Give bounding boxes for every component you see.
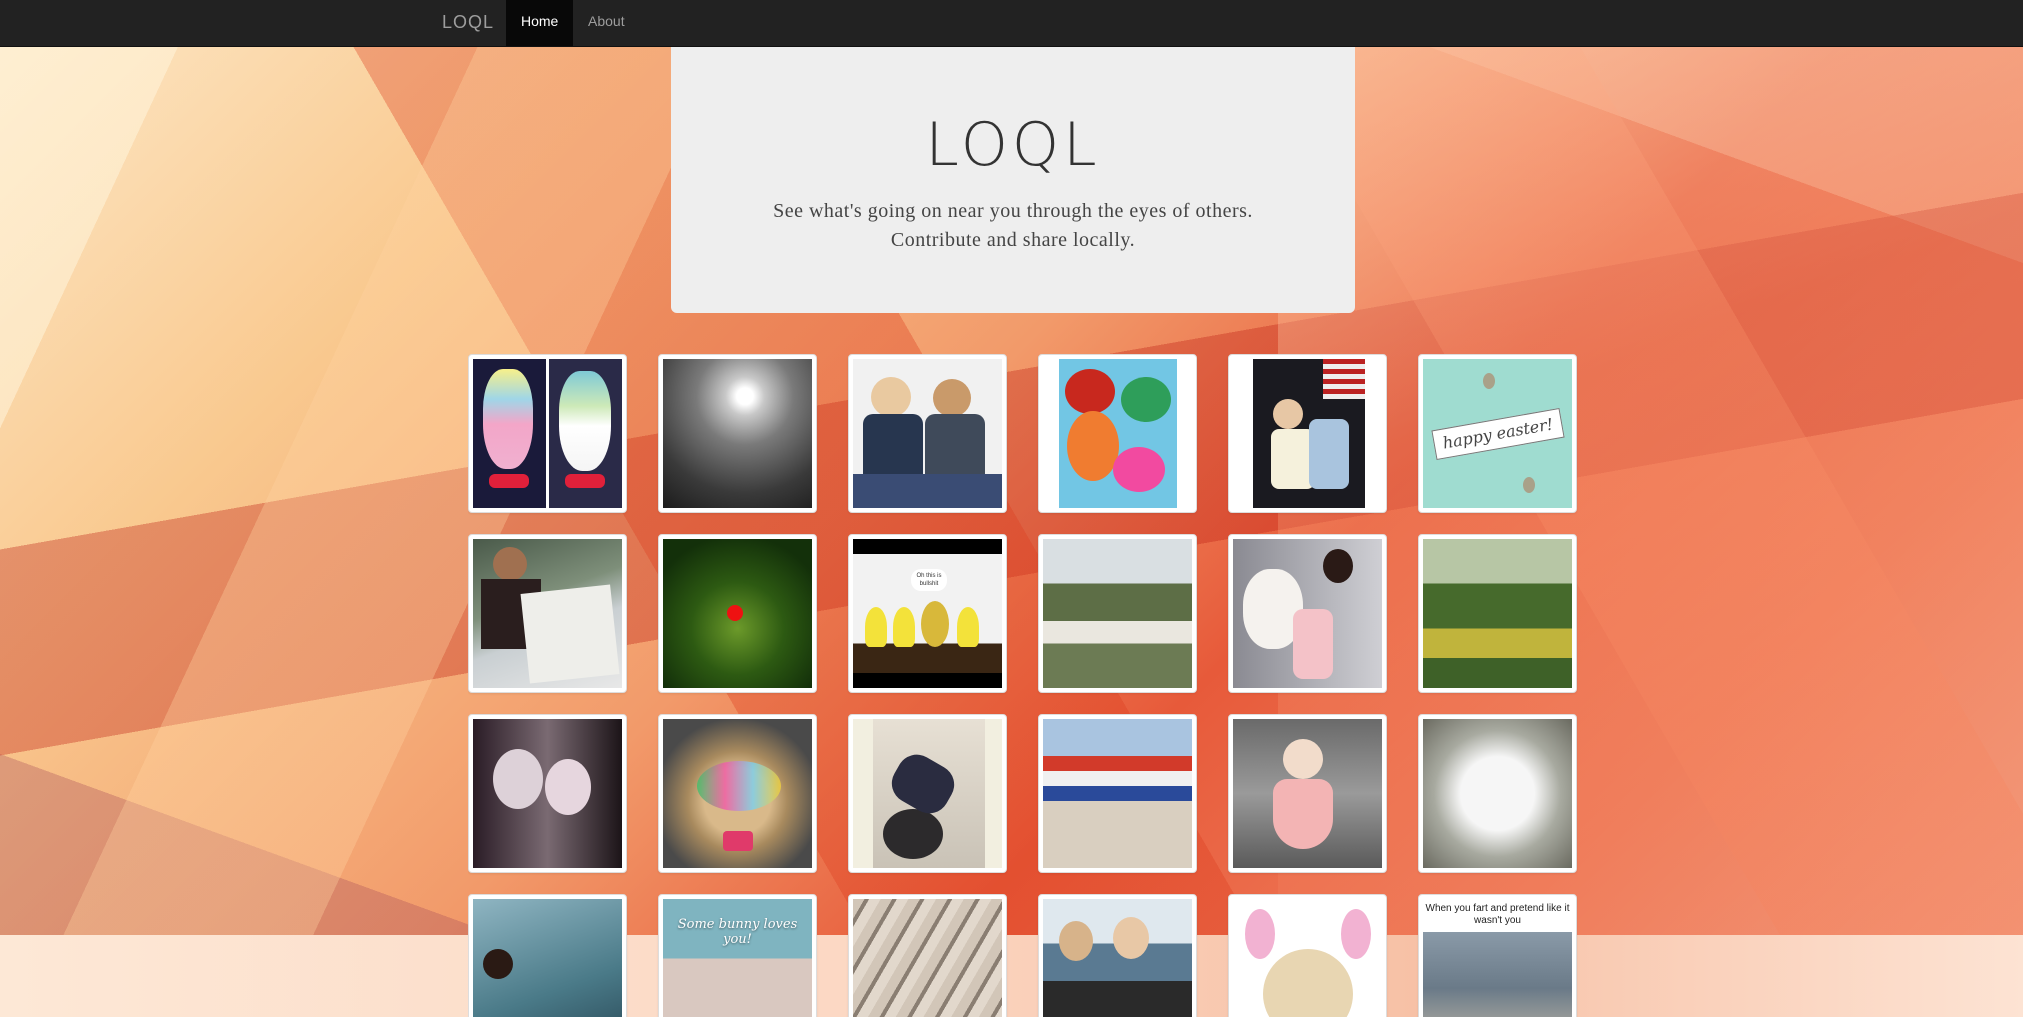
photo-tile[interactable]: [1038, 354, 1197, 513]
photo-tile[interactable]: [1038, 894, 1197, 1017]
photo-decorated-glove: [1423, 719, 1572, 868]
photo-tile[interactable]: [468, 714, 627, 873]
photo-tile[interactable]: [1418, 714, 1577, 873]
easter-card-text: happy easter!: [1431, 407, 1565, 461]
photo-women-sea: [1043, 899, 1192, 1017]
photo-tile[interactable]: [1228, 894, 1387, 1017]
photo-tropical-plants: [663, 539, 812, 688]
photo-two-women: [853, 359, 1002, 508]
photo-tile[interactable]: Oh this is bullshit: [848, 534, 1007, 693]
photo-tile[interactable]: [1228, 714, 1387, 873]
hero-tagline: See what's going on near you through the…: [671, 197, 1355, 255]
photo-child-water: [473, 899, 622, 1017]
photo-women-flag: [1233, 359, 1382, 508]
photo-tile[interactable]: happy easter!: [1418, 354, 1577, 513]
hero-tagline-line1: See what's going on near you through the…: [773, 200, 1253, 222]
photo-fart-meme: When you fart and pretend like it wasn't…: [1423, 899, 1572, 1017]
photo-garden-flowers: [1423, 539, 1572, 688]
photo-tile[interactable]: [658, 354, 817, 513]
photo-glitter-eggs: [1043, 359, 1192, 508]
photo-tree-house: [1043, 539, 1192, 688]
photo-tile[interactable]: Some bunny loves you!: [658, 894, 817, 1017]
hero-jumbotron: LOQL See what's going on near you throug…: [671, 47, 1355, 313]
photo-tile[interactable]: [1038, 714, 1197, 873]
photo-tile[interactable]: [1228, 354, 1387, 513]
photo-man-newspaper: [473, 539, 622, 688]
photo-tile[interactable]: [468, 534, 627, 693]
photo-tile[interactable]: [1418, 534, 1577, 693]
hero-tagline-line2: Contribute and share locally.: [890, 229, 1136, 251]
photo-tile[interactable]: [848, 714, 1007, 873]
photo-tile[interactable]: [658, 714, 817, 873]
photo-grid: happy easter! Oh this is bullshit Some b…: [468, 354, 1578, 1017]
navbar: LOQL Home About: [0, 0, 2023, 47]
photo-plush-eggs: [473, 359, 622, 508]
photo-tile[interactable]: [1038, 534, 1197, 693]
photo-tile[interactable]: [658, 534, 817, 693]
navbar-brand[interactable]: LOQL: [442, 0, 494, 46]
photo-tile[interactable]: [848, 354, 1007, 513]
peeps-speech-bubble: Oh this is bullshit: [911, 569, 947, 591]
photo-group-mural: [1043, 719, 1192, 868]
photo-peeps-lineup: Oh this is bullshit: [853, 539, 1002, 688]
photo-friends-selfie: [473, 719, 622, 868]
photo-toddler-chair: [1233, 719, 1382, 868]
photo-cloudy-sky: [663, 359, 812, 508]
photo-tile[interactable]: [1228, 534, 1387, 693]
hero-title: LOQL: [925, 110, 1101, 180]
photo-woman-ball: [853, 719, 1002, 868]
bunny-photo-text: Some bunny loves you!: [677, 917, 798, 947]
photo-dog-bunny-ears: [1233, 899, 1382, 1017]
photo-easter-basket: [663, 719, 812, 868]
photo-some-bunny: Some bunny loves you!: [663, 899, 812, 1017]
fart-meme-caption: When you fart and pretend like it wasn't…: [1423, 899, 1572, 931]
photo-tile[interactable]: [848, 894, 1007, 1017]
nav-home[interactable]: Home: [506, 0, 574, 46]
photo-bunny-costume: [1233, 539, 1382, 688]
photo-tile[interactable]: When you fart and pretend like it wasn't…: [1418, 894, 1577, 1017]
photo-tile[interactable]: [468, 354, 627, 513]
photo-happy-easter: happy easter!: [1423, 359, 1572, 508]
nav-about[interactable]: About: [573, 0, 640, 46]
photo-architecture: [853, 899, 1002, 1017]
photo-tile[interactable]: [468, 894, 627, 1017]
